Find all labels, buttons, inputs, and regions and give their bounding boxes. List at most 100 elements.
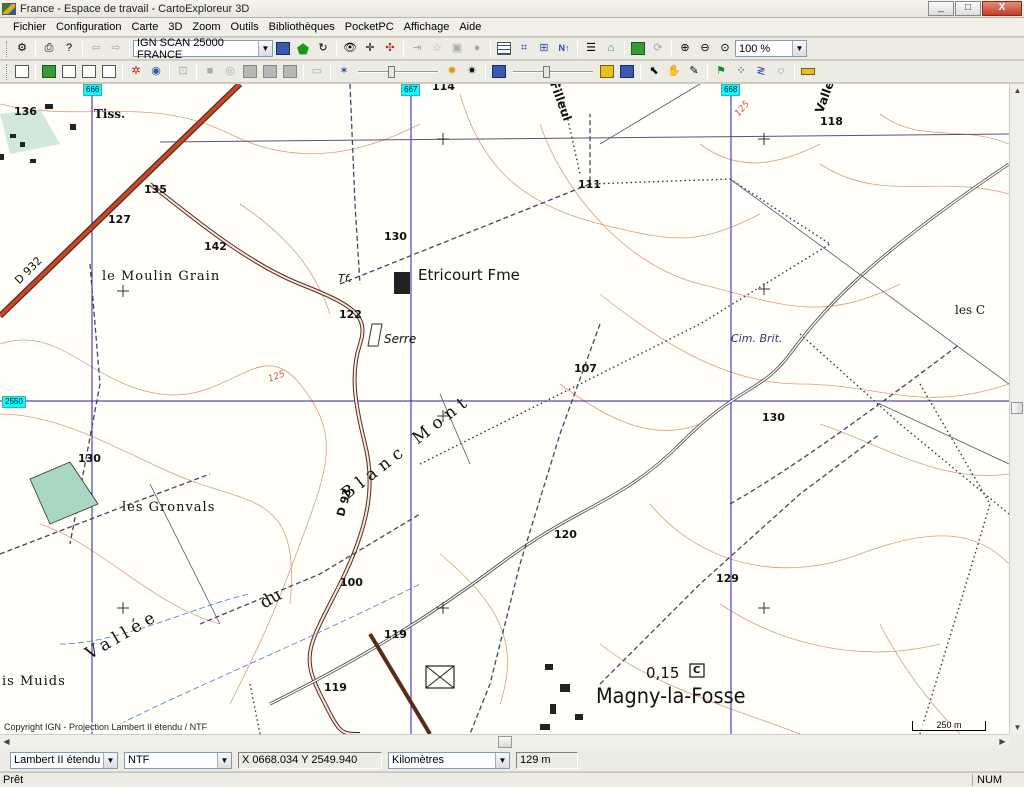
transparency-slider[interactable] <box>513 64 593 80</box>
brightness-slider[interactable] <box>358 64 438 80</box>
horizontal-scrollbar[interactable]: ◀ ▶ <box>0 734 1009 749</box>
map-label: 129 <box>716 572 739 585</box>
pencil-icon[interactable]: ✎ <box>685 63 703 81</box>
menu-configuration[interactable]: Configuration <box>51 21 126 33</box>
brightness-high-icon[interactable]: ✹ <box>443 63 461 81</box>
datum-value: NTF <box>128 754 150 766</box>
map-label: 107 <box>574 362 597 375</box>
grid-lambert-icon[interactable]: ⊞ <box>535 40 553 58</box>
properties-icon[interactable]: ⚙ <box>13 40 31 58</box>
projection-value: Lambert II étendu <box>14 754 101 766</box>
forward-arrow-icon[interactable]: ⇨ <box>107 40 125 58</box>
menu-zoom[interactable]: Zoom <box>187 21 225 33</box>
rect-zoom-icon[interactable] <box>100 63 118 81</box>
map-label: 114 <box>432 84 455 93</box>
stop-icon[interactable]: ■ <box>201 63 219 81</box>
zoom-out-icon[interactable]: ⊖ <box>696 40 714 58</box>
poi-icon[interactable]: ● <box>468 40 486 58</box>
contrast-icon[interactable]: ✷ <box>463 63 481 81</box>
scroll-down-icon[interactable]: ▼ <box>1011 721 1024 734</box>
menu-bibliotheques[interactable]: Bibliothèques <box>264 21 340 33</box>
grid-icon[interactable] <box>495 40 513 58</box>
zoom-fit-icon[interactable]: ⊙ <box>716 40 734 58</box>
waypoint-icon[interactable] <box>281 63 299 81</box>
refresh-icon[interactable]: ↻ <box>314 40 332 58</box>
toolbar-grip[interactable] <box>6 40 9 57</box>
close-button[interactable]: X <box>982 1 1022 16</box>
back-arrow-icon[interactable]: ⇦ <box>87 40 105 58</box>
maximize-button[interactable]: □ <box>955 1 981 16</box>
projection-select[interactable]: Lambert II étendu ▼ <box>10 751 118 769</box>
menu-fichier[interactable]: Fichier <box>8 21 51 33</box>
hand-pan-icon[interactable]: ✋ <box>665 63 683 81</box>
menu-3d[interactable]: 3D <box>163 21 187 33</box>
menu-pocketpc[interactable]: PocketPC <box>340 21 399 33</box>
gps-icon[interactable]: ✲ <box>127 63 145 81</box>
center-icon[interactable]: ⊡ <box>174 63 192 81</box>
menu-affichage[interactable]: Affichage <box>399 21 455 33</box>
menu-carte[interactable]: Carte <box>126 21 163 33</box>
map-label: 122 <box>339 308 362 321</box>
menu-outils[interactable]: Outils <box>226 21 264 33</box>
horizontal-scroll-thumb[interactable] <box>498 736 512 748</box>
grid-coords-icon[interactable]: ⌗ <box>515 40 533 58</box>
select-area-icon[interactable] <box>80 63 98 81</box>
binoculars-icon[interactable]: 👁 <box>341 40 359 58</box>
scroll-up-icon[interactable]: ▲ <box>1011 84 1024 97</box>
ruler-icon[interactable] <box>799 63 817 81</box>
altitude-readout: 129 m <box>516 751 578 769</box>
map-select[interactable]: IGN SCAN 25000 FRANCE ▼ <box>133 37 273 61</box>
export-icon[interactable]: ⇥ <box>408 40 426 58</box>
select-arrow-icon[interactable]: ⬉ <box>645 63 663 81</box>
overlay2-icon[interactable] <box>618 63 636 81</box>
color-icon[interactable] <box>490 63 508 81</box>
menu-aide[interactable]: Aide <box>454 21 486 33</box>
polyline-icon[interactable]: ≷ <box>752 63 770 81</box>
map-label: 130 <box>762 411 785 424</box>
scroll-right-icon[interactable]: ▶ <box>996 735 1009 748</box>
layers-icon[interactable]: ▣ <box>448 40 466 58</box>
crosshair-icon[interactable]: ✛ <box>361 40 379 58</box>
house-icon[interactable]: ⌂ <box>602 40 620 58</box>
home-icon[interactable]: ⬟ <box>294 40 312 58</box>
legend-icon[interactable]: ☰ <box>582 40 600 58</box>
overlay-icon[interactable] <box>598 63 616 81</box>
lasso-icon[interactable]: ◌ <box>772 63 790 81</box>
3d-view-icon[interactable] <box>629 40 647 58</box>
slider-thumb[interactable] <box>543 65 550 78</box>
route-icon[interactable] <box>261 63 279 81</box>
chevron-down-icon: ▼ <box>495 752 509 768</box>
zoom-in-icon[interactable]: ⊕ <box>676 40 694 58</box>
flag-icon[interactable]: ⚑ <box>712 63 730 81</box>
slider-thumb[interactable] <box>388 65 395 78</box>
map-label: C <box>693 665 701 676</box>
vertical-scroll-thumb[interactable] <box>1011 402 1023 414</box>
map-window-icon[interactable] <box>13 63 31 81</box>
track-icon[interactable] <box>241 63 259 81</box>
record-icon[interactable]: ◎ <box>221 63 239 81</box>
toolbar-grip[interactable] <box>6 63 9 80</box>
map-list-icon[interactable] <box>274 40 292 58</box>
overview-icon[interactable] <box>40 63 58 81</box>
frame-icon[interactable] <box>60 63 78 81</box>
brightness-low-icon[interactable]: ✶ <box>335 63 353 81</box>
3d-rotate-icon[interactable]: ⟳ <box>649 40 667 58</box>
map-label: Serre <box>384 332 417 346</box>
help-icon[interactable]: ? <box>60 40 78 58</box>
scroll-left-icon[interactable]: ◀ <box>0 735 13 748</box>
north-icon[interactable]: N↑ <box>555 40 573 58</box>
minimize-button[interactable]: _ <box>928 1 954 16</box>
star-icon[interactable]: ☆ <box>428 40 446 58</box>
vertical-scrollbar[interactable]: ▲ ▼ <box>1009 84 1024 734</box>
map-label: 119 <box>324 681 347 694</box>
map-view[interactable]: 666 667 668 2550 136 Tiss. 135 127 142 D… <box>0 84 1009 734</box>
datum-select[interactable]: NTF ▼ <box>124 751 232 769</box>
title-bar: France - Espace de travail - CartoExplor… <box>0 0 1024 18</box>
globe-icon[interactable]: ◉ <box>147 63 165 81</box>
print-icon[interactable]: ⎙ <box>40 40 58 58</box>
units-select[interactable]: Kilomètres ▼ <box>388 751 510 769</box>
search-place-icon[interactable]: ✣ <box>381 40 399 58</box>
folder-icon[interactable]: ▭ <box>308 63 326 81</box>
zoom-select[interactable]: 100 % ▼ <box>735 40 807 57</box>
points-icon[interactable]: ⁘ <box>732 63 750 81</box>
